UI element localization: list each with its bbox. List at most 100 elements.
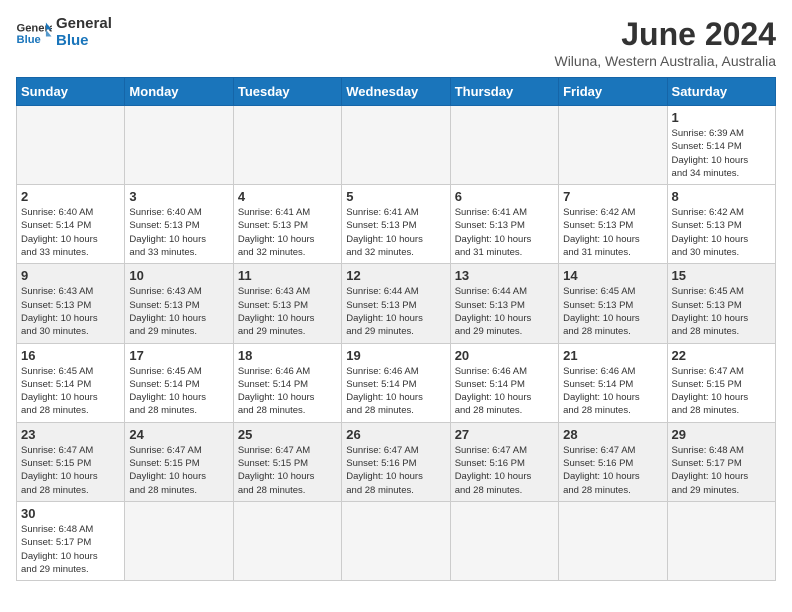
calendar-cell: 3 Sunrise: 6:40 AM Sunset: 5:13 PM Daylig… — [125, 185, 233, 264]
calendar-cell: 15 Sunrise: 6:45 AM Sunset: 5:13 PM Dayli… — [667, 264, 775, 343]
day-info: Sunrise: 6:46 AM Sunset: 5:14 PM Dayligh… — [455, 365, 554, 418]
calendar-cell — [125, 106, 233, 185]
calendar-cell: 27Sunrise: 6:47 AM Sunset: 5:16 PM Dayli… — [450, 422, 558, 501]
day-header-saturday: Saturday — [667, 78, 775, 106]
day-info: Sunrise: 6:46 AM Sunset: 5:14 PM Dayligh… — [563, 365, 662, 418]
calendar-cell: 10 Sunrise: 6:43 AM Sunset: 5:13 PM Dayli… — [125, 264, 233, 343]
day-info: Sunrise: 6:47 AM Sunset: 5:15 PM Dayligh… — [129, 444, 228, 497]
day-number: 4 — [238, 189, 337, 204]
calendar-cell — [17, 106, 125, 185]
day-info: Sunrise: 6:46 AM Sunset: 5:14 PM Dayligh… — [238, 365, 337, 418]
day-number: 2 — [21, 189, 120, 204]
calendar-cell: 20 Sunrise: 6:46 AM Sunset: 5:14 PM Dayli… — [450, 343, 558, 422]
day-number: 7 — [563, 189, 662, 204]
calendar-cell: 17 Sunrise: 6:45 AM Sunset: 5:14 PM Dayli… — [125, 343, 233, 422]
day-number: 1 — [672, 110, 771, 125]
day-number: 20 — [455, 348, 554, 363]
day-info: Sunrise: 6:43 AM Sunset: 5:13 PM Dayligh… — [129, 285, 228, 338]
day-info: Sunrise: 6:48 AM Sunset: 5:17 PM Dayligh… — [21, 523, 120, 576]
calendar-cell: 13 Sunrise: 6:44 AM Sunset: 5:13 PM Dayli… — [450, 264, 558, 343]
calendar-cell — [450, 501, 558, 580]
title-block: June 2024 Wiluna, Western Australia, Aus… — [554, 16, 776, 69]
day-info: Sunrise: 6:47 AM Sunset: 5:16 PM Dayligh… — [563, 444, 662, 497]
calendar-cell: 23Sunrise: 6:47 AM Sunset: 5:15 PM Dayli… — [17, 422, 125, 501]
day-info: Sunrise: 6:40 AM Sunset: 5:13 PM Dayligh… — [129, 206, 228, 259]
day-number: 13 — [455, 268, 554, 283]
calendar-cell: 4 Sunrise: 6:41 AM Sunset: 5:13 PM Daylig… — [233, 185, 341, 264]
calendar-cell — [559, 501, 667, 580]
day-header-monday: Monday — [125, 78, 233, 106]
calendar-cell: 6 Sunrise: 6:41 AM Sunset: 5:13 PM Daylig… — [450, 185, 558, 264]
day-info: Sunrise: 6:47 AM Sunset: 5:16 PM Dayligh… — [346, 444, 445, 497]
day-number: 23 — [21, 427, 120, 442]
calendar-cell: 25Sunrise: 6:47 AM Sunset: 5:15 PM Dayli… — [233, 422, 341, 501]
day-info: Sunrise: 6:42 AM Sunset: 5:13 PM Dayligh… — [563, 206, 662, 259]
day-number: 6 — [455, 189, 554, 204]
calendar-cell — [233, 501, 341, 580]
day-number: 27 — [455, 427, 554, 442]
day-number: 30 — [21, 506, 120, 521]
day-number: 22 — [672, 348, 771, 363]
day-info: Sunrise: 6:45 AM Sunset: 5:14 PM Dayligh… — [129, 365, 228, 418]
day-number: 3 — [129, 189, 228, 204]
calendar-cell: 21Sunrise: 6:46 AM Sunset: 5:14 PM Dayli… — [559, 343, 667, 422]
svg-text:Blue: Blue — [17, 33, 41, 45]
calendar-cell: 28 Sunrise: 6:47 AM Sunset: 5:16 PM Dayli… — [559, 422, 667, 501]
day-info: Sunrise: 6:41 AM Sunset: 5:13 PM Dayligh… — [455, 206, 554, 259]
calendar-cell: 16 Sunrise: 6:45 AM Sunset: 5:14 PM Dayli… — [17, 343, 125, 422]
calendar-cell: 29Sunrise: 6:48 AM Sunset: 5:17 PM Dayli… — [667, 422, 775, 501]
calendar-cell: 1Sunrise: 6:39 AM Sunset: 5:14 PM Daylig… — [667, 106, 775, 185]
day-header-tuesday: Tuesday — [233, 78, 341, 106]
day-number: 28 — [563, 427, 662, 442]
generalblue-logo-icon: General Blue — [16, 19, 52, 47]
calendar-cell — [125, 501, 233, 580]
day-header-sunday: Sunday — [17, 78, 125, 106]
day-info: Sunrise: 6:45 AM Sunset: 5:13 PM Dayligh… — [563, 285, 662, 338]
calendar-cell: 5 Sunrise: 6:41 AM Sunset: 5:13 PM Daylig… — [342, 185, 450, 264]
calendar-cell: 2Sunrise: 6:40 AM Sunset: 5:14 PM Daylig… — [17, 185, 125, 264]
calendar-cell: 19 Sunrise: 6:46 AM Sunset: 5:14 PM Dayli… — [342, 343, 450, 422]
calendar-cell: 22Sunrise: 6:47 AM Sunset: 5:15 PM Dayli… — [667, 343, 775, 422]
day-number: 14 — [563, 268, 662, 283]
calendar-cell — [233, 106, 341, 185]
calendar-cell: 30 Sunrise: 6:48 AM Sunset: 5:17 PM Dayli… — [17, 501, 125, 580]
day-info: Sunrise: 6:42 AM Sunset: 5:13 PM Dayligh… — [672, 206, 771, 259]
day-number: 19 — [346, 348, 445, 363]
calendar-cell — [342, 106, 450, 185]
day-number: 16 — [21, 348, 120, 363]
calendar-cell: 9Sunrise: 6:43 AM Sunset: 5:13 PM Daylig… — [17, 264, 125, 343]
day-number: 17 — [129, 348, 228, 363]
calendar-cell — [559, 106, 667, 185]
calendar-cell — [450, 106, 558, 185]
day-info: Sunrise: 6:41 AM Sunset: 5:13 PM Dayligh… — [346, 206, 445, 259]
calendar-cell: 8Sunrise: 6:42 AM Sunset: 5:13 PM Daylig… — [667, 185, 775, 264]
day-header-friday: Friday — [559, 78, 667, 106]
day-info: Sunrise: 6:43 AM Sunset: 5:13 PM Dayligh… — [21, 285, 120, 338]
calendar-cell: 14 Sunrise: 6:45 AM Sunset: 5:13 PM Dayli… — [559, 264, 667, 343]
logo-general-text: General — [56, 16, 112, 33]
day-number: 15 — [672, 268, 771, 283]
day-info: Sunrise: 6:41 AM Sunset: 5:13 PM Dayligh… — [238, 206, 337, 259]
logo: General Blue General Blue — [16, 16, 112, 49]
day-info: Sunrise: 6:44 AM Sunset: 5:13 PM Dayligh… — [346, 285, 445, 338]
day-info: Sunrise: 6:45 AM Sunset: 5:14 PM Dayligh… — [21, 365, 120, 418]
calendar-cell: 18Sunrise: 6:46 AM Sunset: 5:14 PM Dayli… — [233, 343, 341, 422]
day-info: Sunrise: 6:44 AM Sunset: 5:13 PM Dayligh… — [455, 285, 554, 338]
calendar-cell: 24Sunrise: 6:47 AM Sunset: 5:15 PM Dayli… — [125, 422, 233, 501]
day-info: Sunrise: 6:46 AM Sunset: 5:14 PM Dayligh… — [346, 365, 445, 418]
day-header-wednesday: Wednesday — [342, 78, 450, 106]
calendar-cell — [667, 501, 775, 580]
calendar-cell — [342, 501, 450, 580]
day-header-thursday: Thursday — [450, 78, 558, 106]
calendar-cell: 12Sunrise: 6:44 AM Sunset: 5:13 PM Dayli… — [342, 264, 450, 343]
month-title: June 2024 — [554, 16, 776, 53]
day-info: Sunrise: 6:47 AM Sunset: 5:15 PM Dayligh… — [238, 444, 337, 497]
calendar-cell: 7 Sunrise: 6:42 AM Sunset: 5:13 PM Daylig… — [559, 185, 667, 264]
day-number: 10 — [129, 268, 228, 283]
day-number: 5 — [346, 189, 445, 204]
location-subtitle: Wiluna, Western Australia, Australia — [554, 53, 776, 69]
calendar-table: SundayMondayTuesdayWednesdayThursdayFrid… — [16, 77, 776, 581]
logo-blue-text: Blue — [56, 33, 112, 50]
day-number: 29 — [672, 427, 771, 442]
day-info: Sunrise: 6:45 AM Sunset: 5:13 PM Dayligh… — [672, 285, 771, 338]
